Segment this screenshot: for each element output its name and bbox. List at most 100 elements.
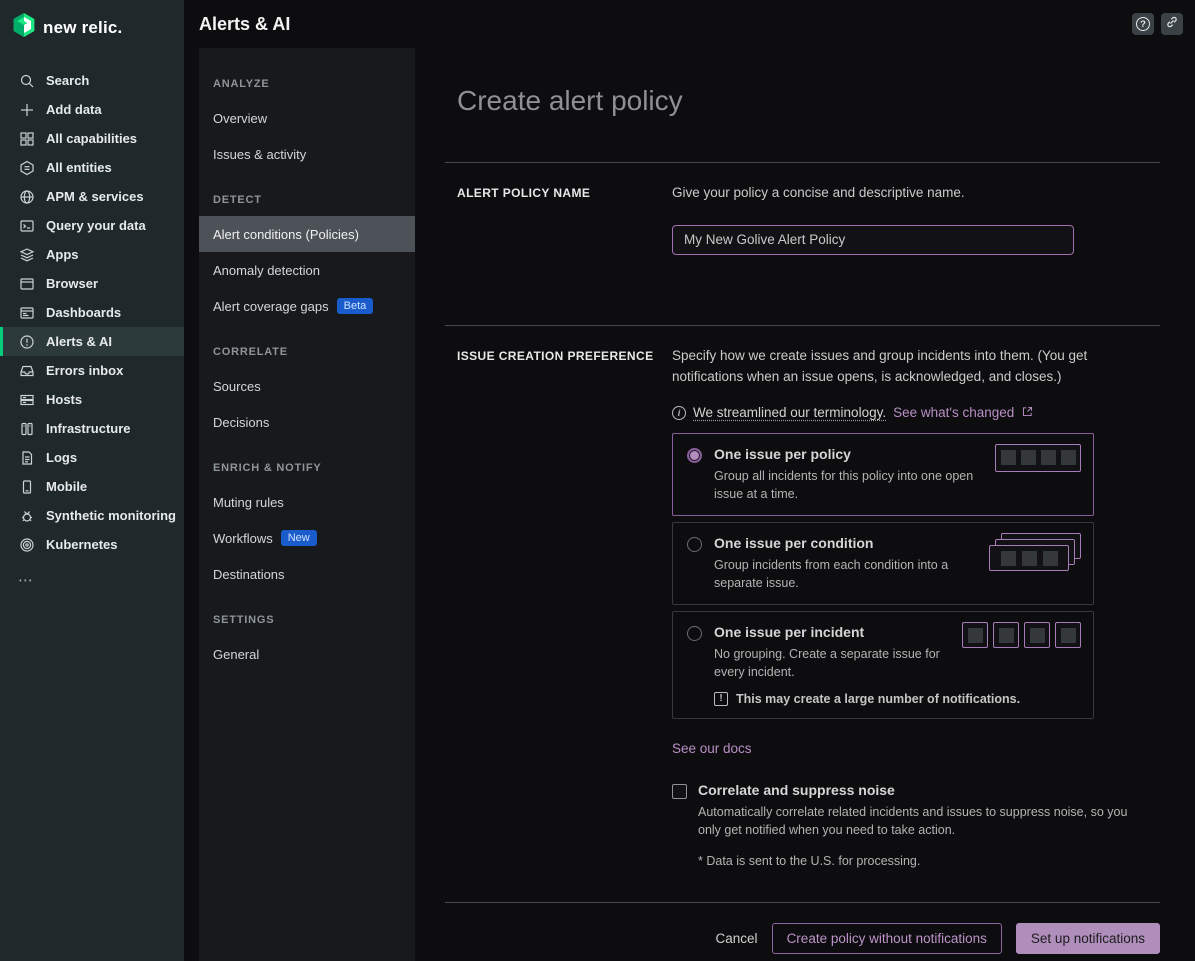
issue-preference-options: One issue per policy Group all incidents… [672,433,1094,719]
sidebar-item-label: Kubernetes [46,537,118,552]
sidebar-item-label: Errors inbox [46,363,123,378]
infrastructure-icon [18,420,35,437]
sidebar-item-add-data[interactable]: Add data [0,95,184,124]
subnav-item-workflows[interactable]: Workflows New [199,520,415,556]
synthetic-monitor-icon [18,507,35,524]
radio-selected-icon[interactable] [687,448,702,463]
cancel-button[interactable]: Cancel [716,931,758,946]
option-one-issue-per-condition[interactable]: One issue per condition Group incidents … [672,522,1094,605]
subnav-item-destinations[interactable]: Destinations [199,556,415,592]
logo-text: new relic. [43,18,122,38]
subnav-item-label: Decisions [213,415,269,430]
subnav-item-label: General [213,647,259,662]
subnav-section-title: CORRELATE [199,338,415,368]
option-one-issue-per-policy[interactable]: One issue per policy Group all incidents… [672,433,1094,516]
sidebar-item-logs[interactable]: Logs [0,443,184,472]
sidebar-item-errors-inbox[interactable]: Errors inbox [0,356,184,385]
subnav-section-title: ENRICH & NOTIFY [199,454,415,484]
sidebar-item-label: Add data [46,102,102,117]
sidebar-item-synthetic-monitoring[interactable]: Synthetic monitoring [0,501,184,530]
option-one-issue-per-incident[interactable]: One issue per incident No grouping. Crea… [672,611,1094,718]
top-header: Alerts & AI ? [184,0,1195,48]
sidebar-item-all-capabilities[interactable]: All capabilities [0,124,184,153]
search-icon [18,72,35,89]
set-up-notifications-button[interactable]: Set up notifications [1016,923,1160,954]
app-root: new relic. Search Add data All capabilit… [0,0,1195,961]
stacked-issues-illustration-icon [983,533,1081,579]
sidebar-item-search[interactable]: Search [0,66,184,95]
sidebar-item-label: Browser [46,276,98,291]
correlate-row: Correlate and suppress noise Automatical… [672,782,1160,869]
subnav-section-title: DETECT [199,186,415,216]
create-policy-without-notifications-button[interactable]: Create policy without notifications [772,923,1002,954]
new-relic-logo[interactable]: new relic. [0,0,184,56]
sidebar-item-apps[interactable]: Apps [0,240,184,269]
radio-unselected-icon[interactable] [687,537,702,552]
sidebar-item-mobile[interactable]: Mobile [0,472,184,501]
sidebar-nav: Search Add data All capabilities All ent… [0,66,184,589]
sidebar-item-label: Synthetic monitoring [46,508,176,523]
copy-link-button[interactable] [1161,13,1183,35]
sidebar-item-alerts-ai[interactable]: Alerts & AI [0,327,184,356]
server-icon [18,391,35,408]
subnav-section-enrich-notify: ENRICH & NOTIFY Muting rules Workflows N… [199,454,415,592]
one-issue-illustration-icon [995,444,1081,472]
header-actions: ? [1132,13,1183,35]
sidebar-item-label: All entities [46,160,112,175]
subnav-item-sources[interactable]: Sources [199,368,415,404]
terminal-icon [18,217,35,234]
page-title: Create alert policy [445,48,1160,118]
subnav-item-muting-rules[interactable]: Muting rules [199,484,415,520]
primary-sidebar: new relic. Search Add data All capabilit… [0,0,184,961]
terminology-note-line: i We streamlined our terminology. See wh… [672,405,1160,421]
warning-text: This may create a large number of notifi… [736,692,1020,706]
subnav-item-general[interactable]: General [199,636,415,672]
sidebar-item-query-your-data[interactable]: Query your data [0,211,184,240]
issue-preference-description: Specify how we create issues and group i… [672,346,1159,388]
option-title: One issue per policy [714,446,996,462]
main-content: Create alert policy ALERT POLICY NAME Gi… [415,48,1195,961]
globe-icon [18,188,35,205]
subnav-item-issues-activity[interactable]: Issues & activity [199,136,415,172]
separate-issues-illustration-icon [962,622,1081,648]
link-icon [1165,15,1179,34]
subnav-item-decisions[interactable]: Decisions [199,404,415,440]
plus-icon [18,101,35,118]
subnav-item-label: Sources [213,379,261,394]
help-icon: ? [1136,17,1150,31]
subnav-section-analyze: ANALYZE Overview Issues & activity [199,70,415,172]
see-whats-changed-link[interactable]: See what's changed [893,405,1014,420]
external-link-icon [1021,405,1034,421]
policy-name-section: ALERT POLICY NAME Give your policy a con… [445,163,1160,325]
sidebar-item-hosts[interactable]: Hosts [0,385,184,414]
radio-unselected-icon[interactable] [687,626,702,641]
new-badge: New [281,530,317,546]
subnav-item-alert-coverage-gaps[interactable]: Alert coverage gaps Beta [199,288,415,324]
sidebar-item-label: All capabilities [46,131,137,146]
policy-name-input[interactable] [672,225,1074,255]
grid-icon [18,130,35,147]
sidebar-item-kubernetes[interactable]: Kubernetes [0,530,184,559]
sidebar-item-apm-services[interactable]: APM & services [0,182,184,211]
dashboard-icon [18,304,35,321]
subnav-item-overview[interactable]: Overview [199,100,415,136]
subnav-section-settings: SETTINGS General [199,606,415,672]
policy-name-label: ALERT POLICY NAME [457,183,672,255]
sidebar-item-browser[interactable]: Browser [0,269,184,298]
sidebar-item-dashboards[interactable]: Dashboards [0,298,184,327]
sidebar-item-infrastructure[interactable]: Infrastructure [0,414,184,443]
right-column: Alerts & AI ? ANALYZE Overview Issues & … [184,0,1195,961]
subnav-section-title: ANALYZE [199,70,415,100]
subnav-item-anomaly-detection[interactable]: Anomaly detection [199,252,415,288]
see-our-docs-link[interactable]: See our docs [672,741,752,756]
sidebar-more-button[interactable]: ⋯ [0,571,184,589]
subnav-item-label: Alert conditions (Policies) [213,227,359,242]
help-button[interactable]: ? [1132,13,1154,35]
correlate-description: Automatically correlate related incident… [698,803,1143,841]
inbox-icon [18,362,35,379]
terminology-note[interactable]: We streamlined our terminology. [693,405,886,420]
correlate-checkbox[interactable] [672,784,687,799]
issue-preference-section: ISSUE CREATION PREFERENCE Specify how we… [445,326,1160,868]
sidebar-item-all-entities[interactable]: All entities [0,153,184,182]
subnav-item-alert-conditions[interactable]: Alert conditions (Policies) [199,216,415,252]
